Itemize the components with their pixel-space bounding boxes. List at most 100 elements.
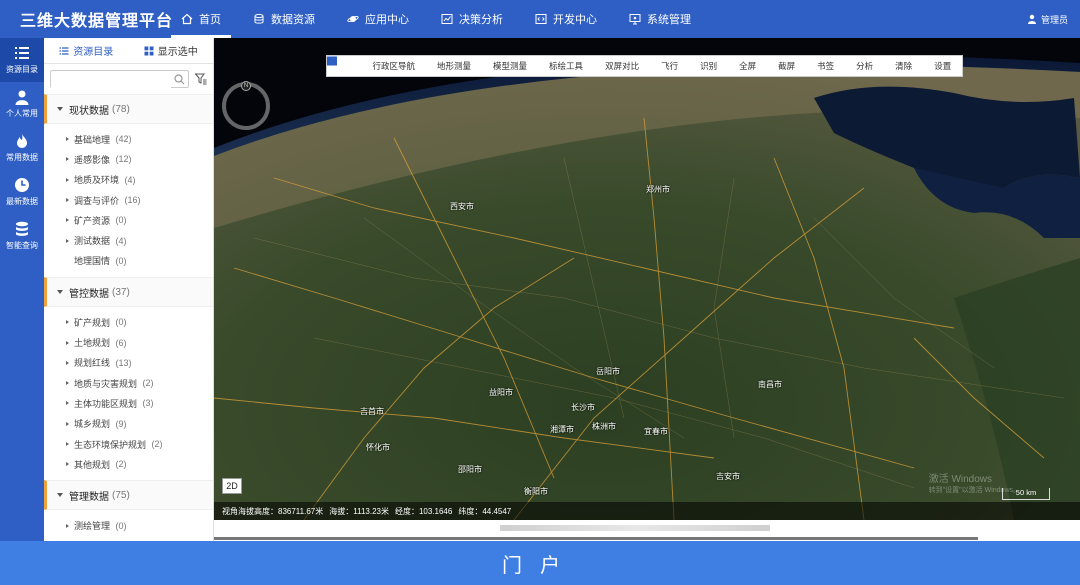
group-control-data: 管控数据 (37) 矿产规划 (0) 土地规划 (6) 规划红线 (13) 地质…	[44, 277, 213, 480]
draw-icon	[327, 56, 546, 71]
group-count: (37)	[112, 286, 130, 298]
tool-split-compare[interactable]: 双屏对比	[327, 56, 644, 72]
map-city-label: 衡阳市	[524, 487, 548, 496]
tree-item-label: 测试数据	[74, 236, 111, 247]
flame-icon	[14, 133, 30, 149]
tool-model-measure[interactable]: 模型测量	[327, 56, 532, 72]
tool-screenshot[interactable]: 截屏	[327, 56, 800, 72]
tree-item[interactable]: 地质与灾害规划 (2)	[44, 373, 213, 393]
compass-widget[interactable]: N	[222, 81, 270, 130]
clock-icon	[14, 177, 30, 193]
tree-item[interactable]: 测绘管理 (0)	[44, 515, 213, 535]
tab-resource-catalog[interactable]: 资源目录	[44, 38, 129, 63]
caret-right-icon	[66, 360, 69, 365]
tree-item-label: 地理国情	[74, 256, 111, 267]
caret-down-icon	[57, 107, 63, 111]
caret-right-icon	[66, 218, 69, 223]
rail-item-latest-data[interactable]: 最新数据	[0, 170, 44, 214]
tree-item[interactable]: 调查与评价 (16)	[44, 190, 213, 210]
tool-analysis[interactable]: 分析	[327, 56, 878, 72]
user-menu[interactable]: 管理员	[1027, 0, 1068, 38]
tree-item-label: 基础地理	[74, 134, 111, 145]
rail-item-smart-query[interactable]: 智能查询	[0, 214, 44, 258]
caret-right-icon	[66, 523, 69, 528]
rail-item-personal[interactable]: 个人常用	[0, 82, 44, 126]
caret-right-icon	[66, 442, 69, 446]
user-icon	[1027, 14, 1037, 24]
portal-footer[interactable]: 门户	[0, 541, 1080, 585]
filter-icon[interactable]	[194, 73, 207, 85]
group-current-data: 现状数据 (78) 基础地理 (42) 遥感影像 (12) 地质及环境 (4) …	[44, 94, 213, 277]
caret-right-icon	[66, 177, 69, 182]
tree-item[interactable]: 遥感影像 (12)	[44, 149, 213, 169]
nav-decision-analysis[interactable]: 决策分析	[425, 0, 519, 38]
tool-admin-navigation[interactable]: 行政区导航	[327, 57, 420, 72]
crop-icon	[327, 56, 775, 71]
tool-terrain-measure[interactable]: 地形测量	[327, 56, 476, 72]
tree-item[interactable]: 矿产资源 (0)	[44, 210, 213, 230]
rail-item-latest-data-label: 最新数据	[6, 197, 38, 206]
tree-item-label: 矿产规划	[74, 317, 111, 328]
nav-data-resources[interactable]: 数据资源	[237, 0, 331, 38]
group-header[interactable]: 管控数据 (37)	[44, 277, 213, 308]
scale-bar: 50 km	[1002, 488, 1050, 500]
nav-app-center[interactable]: 应用中心	[331, 0, 425, 38]
tool-fly[interactable]: 飞行	[328, 57, 683, 72]
rail-item-common-data[interactable]: 常用数据	[0, 126, 44, 170]
bookmark-icon	[328, 57, 814, 71]
view-mode-2d-button[interactable]: 2D	[222, 478, 242, 494]
tool-fullscreen[interactable]: 全屏	[327, 56, 761, 72]
tool-bookmark[interactable]: 书签	[328, 57, 839, 72]
tree-item[interactable]: 其他规划 (2)	[44, 454, 213, 474]
tree-item[interactable]: 测试数据 (4)	[44, 230, 213, 250]
tool-clear[interactable]: 清除	[328, 56, 917, 72]
tree-item-count: (2)	[115, 459, 127, 470]
tool-label: 识别	[700, 61, 718, 71]
nav-home[interactable]: 首页	[165, 0, 237, 38]
caret-right-icon	[66, 157, 69, 162]
tree-item[interactable]: 基础地理 (42)	[44, 129, 213, 149]
tool-settings[interactable]: 设置	[327, 56, 956, 72]
globe-viewport[interactable]: 郑州市 西安市 长沙市 南昌市 吉安市 衡阳市 株洲市 湘潭市 宜春市 邵阳市 …	[214, 38, 1080, 520]
satellite-imagery	[214, 38, 1080, 520]
tool-identify[interactable]: 识别	[327, 56, 722, 72]
caret-right-icon	[66, 462, 69, 467]
grid-icon	[144, 46, 154, 56]
caret-right-icon	[66, 381, 69, 386]
tree-item[interactable]: 城乡规划 (9)	[44, 414, 213, 434]
group-header[interactable]: 管理数据 (75)	[44, 480, 213, 511]
tree-item-label: 地质与灾害规划	[74, 378, 138, 389]
tree-item-count: (9)	[115, 418, 127, 429]
tool-plotting[interactable]: 标绘工具	[327, 56, 588, 72]
tree-item-count: (0)	[115, 255, 127, 266]
group-header[interactable]: 现状数据 (78)	[44, 94, 213, 124]
latitude-readout: 纬度：44.4547	[458, 506, 512, 516]
tree-item[interactable]: 矿产规划 (0)	[44, 312, 213, 332]
list-icon	[59, 46, 69, 56]
tool-label: 清除	[895, 61, 913, 71]
tree-item-count: (6)	[115, 337, 127, 348]
nav-system-management[interactable]: 系统管理	[613, 0, 707, 38]
tree-item[interactable]: 生态环境保护规划 (2)	[44, 434, 213, 454]
tool-label: 设置	[934, 61, 952, 71]
tree-item[interactable]: 土地规划 (6)	[44, 332, 213, 352]
map-city-label: 郑州市	[646, 185, 670, 194]
tool-label: 截屏	[778, 61, 796, 71]
main-nav: 首页 数据资源 应用中心 决策分析 开发中心 系统管理	[165, 0, 707, 38]
home-icon	[181, 13, 193, 25]
catalog-search-input[interactable]	[51, 71, 171, 88]
nav-dev-center[interactable]: 开发中心	[519, 0, 613, 38]
tree-item[interactable]: 地理国情 (0)	[44, 251, 213, 271]
altitude-readout: 海拔：1113.23米	[329, 506, 389, 516]
tree-item[interactable]: 主体功能区规划 (3)	[44, 393, 213, 413]
horizontal-scrollbar[interactable]	[214, 537, 978, 540]
tree-item-count: (13)	[115, 357, 132, 368]
tree-item-count: (3)	[142, 398, 154, 409]
tree-item-label: 其他规划	[74, 459, 111, 470]
view-height-readout: 视角海拔高度：836711.67米	[222, 506, 324, 516]
rail-item-catalog[interactable]: 资源目录	[0, 38, 44, 82]
tree-item[interactable]: 地质及环境 (4)	[44, 170, 213, 190]
tree-item[interactable]: 规划红线 (13)	[44, 353, 213, 373]
tab-show-selected[interactable]: 显示选中	[129, 38, 214, 63]
search-icon[interactable]	[174, 74, 185, 85]
